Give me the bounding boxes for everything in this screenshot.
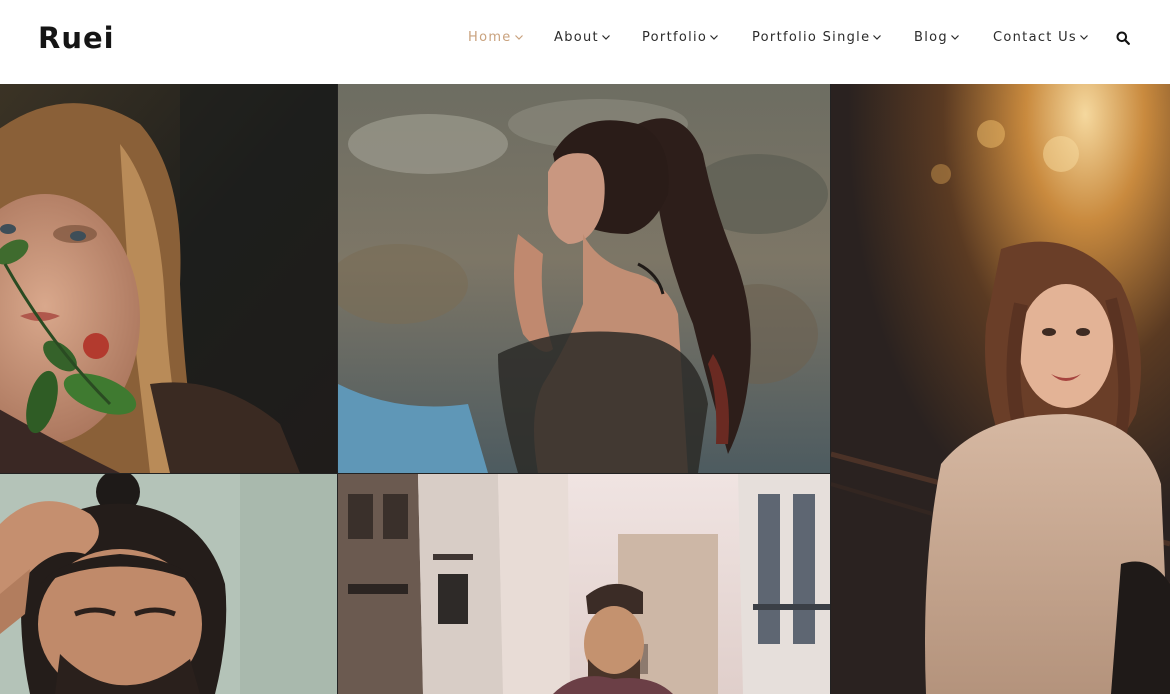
nav-item-label: Blog: [914, 30, 948, 45]
nav-item-label: About: [554, 30, 599, 45]
nav-item-home[interactable]: Home: [468, 30, 523, 46]
nav-item-label: Contact Us: [993, 30, 1077, 45]
nav-item-about[interactable]: About: [554, 30, 610, 46]
portfolio-gallery: [0, 84, 1170, 694]
chevron-down-icon: [951, 35, 959, 40]
nav-item-label: Portfolio: [642, 30, 708, 45]
chevron-down-icon: [1080, 35, 1088, 40]
gallery-item-woman-leaf[interactable]: [0, 84, 337, 473]
nav-item-label: Home: [468, 30, 512, 45]
site-logo[interactable]: Ruei: [38, 20, 115, 56]
gallery-item-man-bun[interactable]: [0, 474, 337, 694]
photo-woman-ponytail: [338, 84, 830, 473]
chevron-down-icon: [602, 35, 610, 40]
nav-item-portfolio[interactable]: Portfolio: [642, 30, 719, 46]
photo-man-bun: [0, 474, 337, 694]
nav-item-contact-us[interactable]: Contact Us: [993, 30, 1088, 46]
search-icon[interactable]: [1116, 31, 1130, 50]
photo-woman-sunlight: [831, 84, 1170, 694]
chevron-down-icon: [873, 35, 882, 40]
photo-woman-leaf: [0, 84, 337, 473]
site-header: Ruei Home About Portfolio Portfolio Sing…: [0, 0, 1170, 84]
photo-man-street: [338, 474, 830, 694]
nav-item-blog[interactable]: Blog: [914, 30, 959, 46]
nav-item-label: Portfolio Single: [752, 30, 871, 45]
gallery-item-woman-ponytail[interactable]: [338, 84, 830, 473]
chevron-down-icon: [514, 35, 523, 40]
gallery-item-woman-sunlight[interactable]: [831, 84, 1170, 694]
nav-item-portfolio-single[interactable]: Portfolio Single: [752, 30, 882, 46]
gallery-item-man-street[interactable]: [338, 474, 830, 694]
chevron-down-icon: [710, 35, 719, 40]
